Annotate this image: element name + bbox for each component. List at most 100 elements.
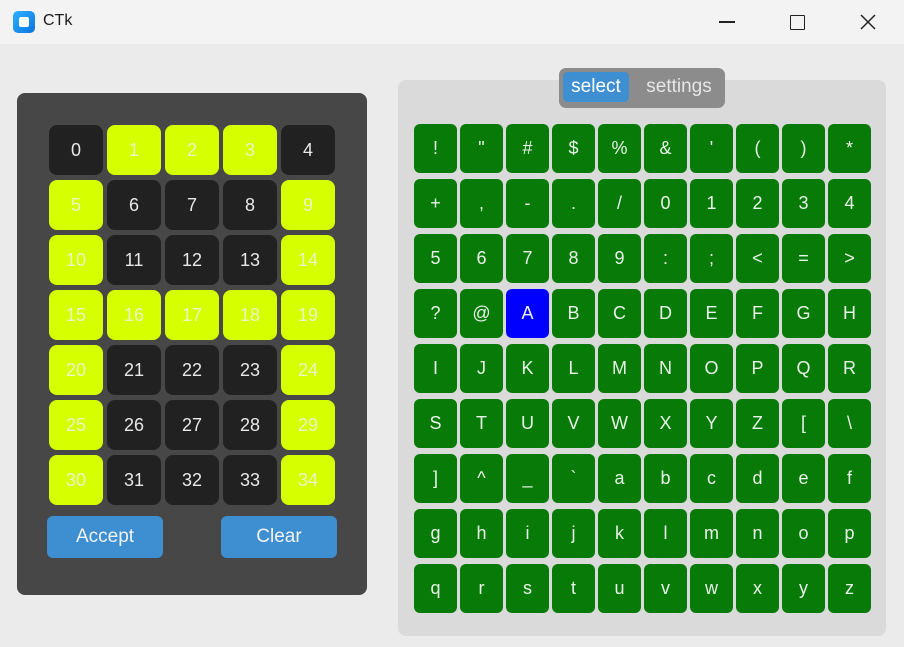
- char-button[interactable]: o: [782, 509, 825, 558]
- number-button-18[interactable]: 18: [223, 290, 277, 340]
- number-button-2[interactable]: 2: [165, 125, 219, 175]
- number-button-16[interactable]: 16: [107, 290, 161, 340]
- char-button[interactable]: L: [552, 344, 595, 393]
- number-button-34[interactable]: 34: [281, 455, 335, 505]
- number-button-7[interactable]: 7: [165, 180, 219, 230]
- maximize-button[interactable]: [774, 0, 820, 44]
- char-button[interactable]: c: [690, 454, 733, 503]
- char-button[interactable]: $: [552, 124, 595, 173]
- char-button[interactable]: a: [598, 454, 641, 503]
- char-button[interactable]: i: [506, 509, 549, 558]
- char-button[interactable]: B: [552, 289, 595, 338]
- char-button[interactable]: 0: [644, 179, 687, 228]
- char-button[interactable]: ;: [690, 234, 733, 283]
- number-button-20[interactable]: 20: [49, 345, 103, 395]
- number-button-26[interactable]: 26: [107, 400, 161, 450]
- char-button[interactable]: g: [414, 509, 457, 558]
- char-button[interactable]: j: [552, 509, 595, 558]
- char-button[interactable]: /: [598, 179, 641, 228]
- number-button-29[interactable]: 29: [281, 400, 335, 450]
- char-button[interactable]: +: [414, 179, 457, 228]
- char-button[interactable]: R: [828, 344, 871, 393]
- number-button-12[interactable]: 12: [165, 235, 219, 285]
- number-button-27[interactable]: 27: [165, 400, 219, 450]
- close-button[interactable]: [845, 0, 891, 44]
- char-button[interactable]: N: [644, 344, 687, 393]
- number-button-23[interactable]: 23: [223, 345, 277, 395]
- char-button[interactable]: 3: [782, 179, 825, 228]
- number-button-5[interactable]: 5: [49, 180, 103, 230]
- number-button-8[interactable]: 8: [223, 180, 277, 230]
- char-button[interactable]: p: [828, 509, 871, 558]
- char-button[interactable]: d: [736, 454, 779, 503]
- char-button[interactable]: n: [736, 509, 779, 558]
- number-button-15[interactable]: 15: [49, 290, 103, 340]
- char-button[interactable]: T: [460, 399, 503, 448]
- char-button[interactable]: E: [690, 289, 733, 338]
- char-button[interactable]: 7: [506, 234, 549, 283]
- number-button-32[interactable]: 32: [165, 455, 219, 505]
- char-button[interactable]: @: [460, 289, 503, 338]
- number-button-1[interactable]: 1: [107, 125, 161, 175]
- char-button[interactable]: <: [736, 234, 779, 283]
- number-button-17[interactable]: 17: [165, 290, 219, 340]
- char-button[interactable]: X: [644, 399, 687, 448]
- char-button[interactable]: \: [828, 399, 871, 448]
- number-button-0[interactable]: 0: [49, 125, 103, 175]
- char-button[interactable]: (: [736, 124, 779, 173]
- char-button[interactable]: %: [598, 124, 641, 173]
- tab-settings[interactable]: settings: [633, 72, 725, 102]
- number-button-25[interactable]: 25: [49, 400, 103, 450]
- char-button[interactable]: r: [460, 564, 503, 613]
- char-button[interactable]: [: [782, 399, 825, 448]
- char-button[interactable]: 1: [690, 179, 733, 228]
- number-button-28[interactable]: 28: [223, 400, 277, 450]
- char-button[interactable]: O: [690, 344, 733, 393]
- char-button[interactable]: !: [414, 124, 457, 173]
- char-button[interactable]: V: [552, 399, 595, 448]
- char-button[interactable]: .: [552, 179, 595, 228]
- number-button-3[interactable]: 3: [223, 125, 277, 175]
- char-button[interactable]: b: [644, 454, 687, 503]
- char-button[interactable]: Q: [782, 344, 825, 393]
- char-button[interactable]: e: [782, 454, 825, 503]
- char-button[interactable]: P: [736, 344, 779, 393]
- char-button[interactable]: 9: [598, 234, 641, 283]
- char-button[interactable]: t: [552, 564, 595, 613]
- number-button-24[interactable]: 24: [281, 345, 335, 395]
- minimize-button[interactable]: [704, 0, 750, 44]
- char-button[interactable]: F: [736, 289, 779, 338]
- tab-select[interactable]: select: [563, 72, 629, 102]
- char-button[interactable]: q: [414, 564, 457, 613]
- char-button[interactable]: ^: [460, 454, 503, 503]
- char-button[interactable]: ]: [414, 454, 457, 503]
- char-button[interactable]: 6: [460, 234, 503, 283]
- char-button[interactable]: S: [414, 399, 457, 448]
- char-button[interactable]: U: [506, 399, 549, 448]
- char-button[interactable]: #: [506, 124, 549, 173]
- char-button[interactable]: *: [828, 124, 871, 173]
- number-button-9[interactable]: 9: [281, 180, 335, 230]
- number-button-10[interactable]: 10: [49, 235, 103, 285]
- number-button-4[interactable]: 4: [281, 125, 335, 175]
- char-button[interactable]: _: [506, 454, 549, 503]
- char-button[interactable]: ': [690, 124, 733, 173]
- char-button[interactable]: >: [828, 234, 871, 283]
- char-button[interactable]: ,: [460, 179, 503, 228]
- char-button[interactable]: Y: [690, 399, 733, 448]
- char-button[interactable]: M: [598, 344, 641, 393]
- number-button-33[interactable]: 33: [223, 455, 277, 505]
- number-button-19[interactable]: 19: [281, 290, 335, 340]
- char-button[interactable]: =: [782, 234, 825, 283]
- char-button[interactable]: f: [828, 454, 871, 503]
- char-button[interactable]: ): [782, 124, 825, 173]
- char-button[interactable]: I: [414, 344, 457, 393]
- char-button[interactable]: w: [690, 564, 733, 613]
- number-button-31[interactable]: 31: [107, 455, 161, 505]
- number-button-11[interactable]: 11: [107, 235, 161, 285]
- char-button[interactable]: 4: [828, 179, 871, 228]
- char-button[interactable]: `: [552, 454, 595, 503]
- char-button[interactable]: &: [644, 124, 687, 173]
- char-button[interactable]: J: [460, 344, 503, 393]
- number-button-13[interactable]: 13: [223, 235, 277, 285]
